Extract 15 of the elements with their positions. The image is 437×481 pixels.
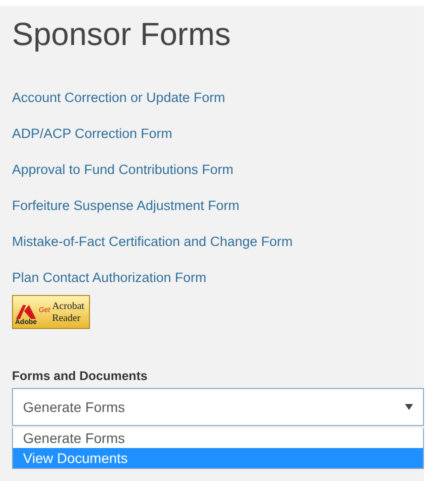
- form-link[interactable]: Account Correction or Update Form: [12, 89, 226, 107]
- form-link[interactable]: Forfeiture Suspense Adjustment Form: [12, 197, 240, 215]
- form-link[interactable]: ADP/ACP Correction Form: [12, 125, 172, 143]
- logo-icon: [16, 305, 36, 319]
- dropdown[interactable]: Generate Forms: [12, 388, 424, 426]
- dropdown-label: Forms and Documents: [12, 369, 148, 383]
- page-title: Sponsor Forms: [12, 15, 232, 54]
- product-text: Acrobat: [52, 301, 84, 313]
- dropdown-option[interactable]: Generate Forms: [13, 428, 423, 448]
- form-link[interactable]: Mistake-of-Fact Certification and Change Form: [12, 233, 293, 251]
- form-link[interactable]: Plan Contact Authorization Form: [12, 269, 206, 287]
- caret-icon: [405, 404, 413, 410]
- form-link[interactable]: Approval to Fund Contributions Form: [12, 161, 234, 179]
- dropdown-option[interactable]: View Documents: [13, 448, 423, 468]
- product-text: Reader: [52, 313, 82, 325]
